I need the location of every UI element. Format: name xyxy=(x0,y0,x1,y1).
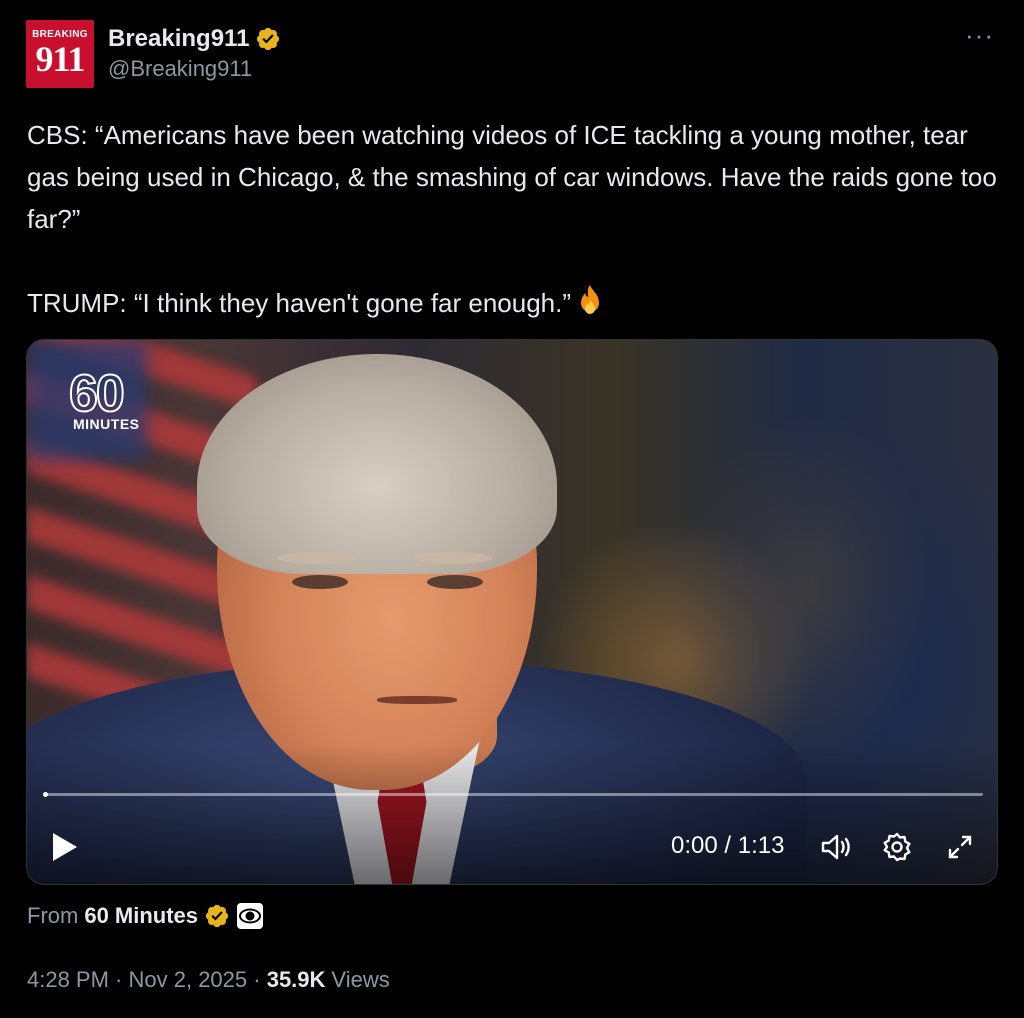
progress-scrubber[interactable] xyxy=(43,792,48,797)
verified-badge-icon[interactable] xyxy=(255,26,281,52)
tweet-text-paragraph-2: TRUMP: “I think they haven't gone far en… xyxy=(27,282,997,324)
fire-icon xyxy=(581,285,600,314)
more-horizontal-icon[interactable]: ··· xyxy=(965,22,994,48)
logo-word: MINUTES xyxy=(73,416,140,432)
post-date[interactable]: Nov 2, 2025 xyxy=(129,967,248,993)
volume-icon[interactable] xyxy=(819,830,853,864)
views-count: 35.9K xyxy=(266,967,326,992)
video-source: From 60 Minutes xyxy=(27,900,264,932)
video-time: 0:00 / 1:13 xyxy=(671,832,785,859)
meta-separator: · xyxy=(108,967,129,992)
verified-badge-icon xyxy=(205,904,229,928)
tweet-text: CBS: “Americans have been watching video… xyxy=(27,114,997,324)
tweet-header: BREAKING 911 Breaking911 @Breaking911 ··… xyxy=(26,20,998,90)
post-time[interactable]: 4:28 PM xyxy=(27,967,109,993)
source-name[interactable]: 60 Minutes xyxy=(84,903,198,929)
source-prefix: From xyxy=(27,903,79,928)
tweet-text-paragraph-1: CBS: “Americans have been watching video… xyxy=(27,120,1005,234)
views-label: Views xyxy=(331,967,390,992)
fullscreen-icon[interactable] xyxy=(943,830,977,864)
handle[interactable]: @Breaking911 xyxy=(108,56,281,82)
avatar[interactable]: BREAKING 911 xyxy=(26,20,94,88)
sixty-minutes-logo: 60 MINUTES xyxy=(68,365,169,432)
play-icon[interactable] xyxy=(49,830,81,864)
author-names: Breaking911 @Breaking911 xyxy=(108,22,281,82)
video-player[interactable]: 60 MINUTES 0:00 / 1:13 xyxy=(26,339,998,885)
settings-icon[interactable] xyxy=(880,830,914,864)
tweet-text-quote: TRUMP: “I think they haven't gone far en… xyxy=(27,288,572,318)
meta-separator: · xyxy=(247,967,267,992)
tweet-meta: 4:28 PM · Nov 2, 2025 · 35.9K Views xyxy=(27,964,390,996)
cbs-eye-icon xyxy=(237,903,264,929)
display-name[interactable]: Breaking911 xyxy=(108,25,249,53)
logo-number: 60 xyxy=(68,365,126,423)
progress-bar[interactable] xyxy=(43,792,983,797)
avatar-text-main: 911 xyxy=(35,39,85,79)
